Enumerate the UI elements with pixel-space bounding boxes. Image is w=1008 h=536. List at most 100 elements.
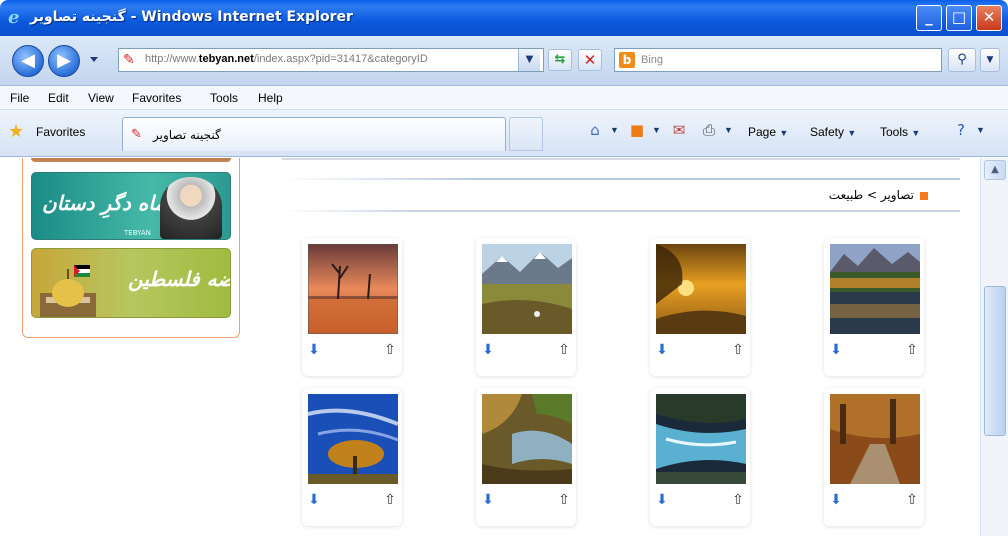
forward-button[interactable]: ▶ [48,45,80,77]
help-icon[interactable]: ? [952,121,970,139]
thumbnail-image[interactable] [308,394,398,484]
address-dropdown-button[interactable]: ▼ [518,49,540,71]
gallery-card: ⬇ ⇧ [302,238,402,376]
safety-menu-button[interactable]: Safety ▼ [810,125,856,139]
title-bar: e گنجینه تصاویر - Windows Internet Explo… [0,0,1008,36]
search-options-button[interactable]: ▼ [980,48,1000,72]
thumbnail-image[interactable] [482,394,572,484]
breadcrumb-bullet-icon [920,191,928,200]
gallery-card: ⬇ ⇧ [302,388,402,526]
close-button[interactable]: ✕ [976,5,1002,31]
search-placeholder: Bing [641,54,664,66]
page-menu-button[interactable]: Page ▼ [748,125,788,139]
search-input[interactable]: b Bing [614,48,942,72]
address-field[interactable]: ✎ http://www.tebyan.net/index.aspx?pid=3… [118,48,544,72]
divider [282,210,960,212]
send-icon[interactable]: ⇧ [556,342,572,358]
left-banner-panel: ماه دگرِ دستان TEBYAN انتفاضه فلسطین [22,158,240,338]
gallery-card: ⬇ ⇧ [824,238,924,376]
download-icon[interactable]: ⬇ [654,492,670,508]
leader-banner[interactable]: ماه دگرِ دستان TEBYAN [31,172,231,240]
download-icon[interactable]: ⬇ [654,342,670,358]
menu-view[interactable]: View [88,91,114,105]
gallery-card: ⬇ ⇧ [824,388,924,526]
thumbnail-image[interactable] [308,244,398,334]
divider [282,178,960,180]
home-icon[interactable]: ⌂ [586,121,604,139]
menu-help[interactable]: Help [258,91,283,105]
send-icon[interactable]: ⇧ [730,342,746,358]
download-icon[interactable]: ⬇ [828,342,844,358]
gallery-card: ⬇ ⇧ [476,238,576,376]
menu-edit[interactable]: Edit [48,91,69,105]
maximize-icon: □ [951,8,967,26]
window-title: گنجینه تصاویر - Windows Internet Explore… [30,9,353,25]
print-dropdown-icon[interactable]: ▼ [724,125,733,135]
bing-icon: b [619,52,635,68]
intifada-banner[interactable]: انتفاضه فلسطین [31,248,231,318]
send-icon[interactable]: ⇧ [382,342,398,358]
send-icon[interactable]: ⇧ [904,492,920,508]
read-mail-icon[interactable]: ✉ [670,121,688,139]
favorites-bar: ★ Favorites ✎ گنجینه تصاویر ⌂ ▼ ■ ▼ ✉ ⎙ … [0,110,1008,157]
download-icon[interactable]: ⬇ [480,342,496,358]
menu-tools[interactable]: Tools [210,91,238,105]
new-tab-button[interactable] [509,117,543,151]
thumbnail-image[interactable] [482,244,572,334]
tab-active[interactable]: ✎ گنجینه تصاویر [122,117,506,151]
minimize-icon: _ [925,8,933,26]
print-icon[interactable]: ⎙ [700,121,718,139]
send-icon[interactable]: ⇧ [382,492,398,508]
favorites-star-icon: ★ [8,121,25,142]
gallery-card: ⬇ ⇧ [650,238,750,376]
leader-banner-text: ماه دگرِ دستان [42,191,166,215]
banner-strip[interactable] [31,158,231,162]
refresh-button[interactable]: ⇆ [548,49,572,71]
rss-feed-icon[interactable]: ■ [628,121,646,139]
tools-menu-button[interactable]: Tools ▼ [880,125,920,139]
divider [282,158,960,160]
thumbnail-image[interactable] [656,244,746,334]
send-icon[interactable]: ⇧ [730,492,746,508]
maximize-button[interactable]: □ [946,5,972,31]
menu-favorites[interactable]: Favorites [132,91,181,105]
address-toolbar: ◀ ▶ ✎ http://www.tebyan.net/index.aspx?p… [0,36,1008,86]
dome-icon [40,265,96,317]
portrait-image [160,177,222,239]
site-favicon-icon: ✎ [123,52,135,68]
breadcrumb: تصاویر > طبیعت [829,188,928,202]
thumbnail-image[interactable] [656,394,746,484]
send-icon[interactable]: ⇧ [904,342,920,358]
url-text: http://www.tebyan.net/index.aspx?pid=314… [145,53,428,65]
home-dropdown-icon[interactable]: ▼ [610,125,619,135]
menu-file[interactable]: File [10,91,29,105]
thumbnail-image[interactable] [830,394,920,484]
download-icon[interactable]: ⬇ [306,342,322,358]
breadcrumb-text[interactable]: تصاویر > طبیعت [829,188,914,202]
intifada-banner-text: انتفاضه فلسطین [128,267,230,291]
send-icon[interactable]: ⇧ [556,492,572,508]
close-icon: ✕ [982,8,996,26]
menu-bar: File Edit View Favorites Tools Help [0,86,1008,110]
recent-pages-dropdown[interactable] [90,57,98,62]
search-button[interactable]: ⚲ [948,48,976,72]
download-icon[interactable]: ⬇ [480,492,496,508]
gallery-card: ⬇ ⇧ [650,388,750,526]
thumbnail-image[interactable] [830,244,920,334]
leader-banner-caption: TEBYAN [124,229,151,237]
favorites-button[interactable]: Favorites [36,125,85,139]
scroll-up-button[interactable]: ▲ [984,160,1006,180]
tab-favicon-icon: ✎ [131,127,142,142]
download-icon[interactable]: ⬇ [828,492,844,508]
download-icon[interactable]: ⬇ [306,492,322,508]
back-button[interactable]: ◀ [12,45,44,77]
scroll-thumb[interactable] [984,286,1006,436]
page-content: ماه دگرِ دستان TEBYAN انتفاضه فلسطین تصا… [0,158,980,536]
feeds-dropdown-icon[interactable]: ▼ [652,125,661,135]
stop-button[interactable]: ✕ [578,49,602,71]
minimize-button[interactable]: _ [916,5,942,31]
help-dropdown-icon[interactable]: ▼ [976,125,985,135]
vertical-scrollbar[interactable]: ▲ [980,158,1008,536]
ie-icon: e [8,7,20,28]
gallery-card: ⬇ ⇧ [476,388,576,526]
